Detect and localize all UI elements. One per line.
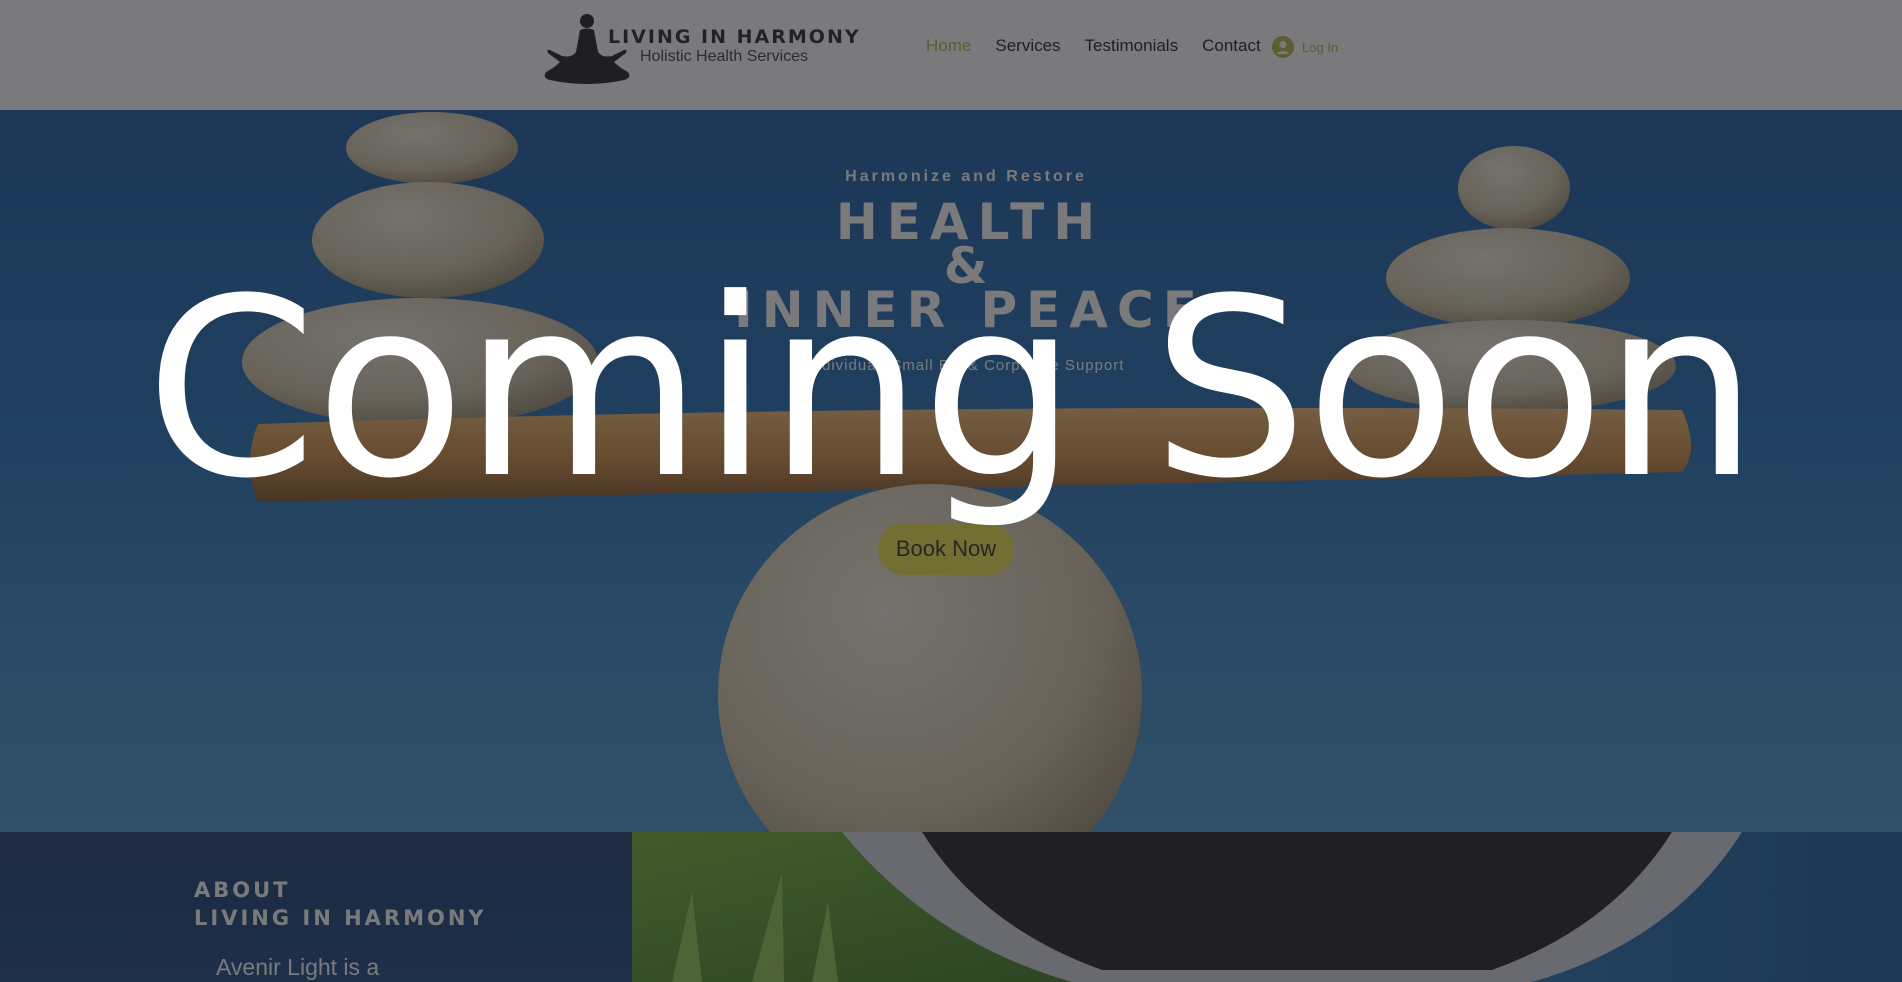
nav-services[interactable]: Services [995, 36, 1060, 56]
nav-contact[interactable]: Contact [1202, 36, 1261, 56]
main-nav: Home Services Testimonials Contact [926, 36, 1261, 56]
site-header: LIVING IN HARMONY Holistic Health Servic… [0, 0, 1902, 111]
nav-home[interactable]: Home [926, 36, 971, 56]
hero-title-line: INNER PEACE [734, 281, 1206, 339]
hero-content: Harmonize and Restore HEALTH & INNER PEA… [0, 110, 1902, 832]
nature-photo-image [632, 832, 1902, 982]
hero-section: Harmonize and Restore HEALTH & INNER PEA… [0, 110, 1902, 832]
about-heading-line: LIVING IN HARMONY [194, 906, 487, 930]
book-now-button[interactable]: Book Now [878, 523, 1014, 575]
about-image [632, 832, 1902, 982]
about-section: ABOUT LIVING IN HARMONY Avenir Light is … [0, 832, 632, 982]
brand-subtitle: Holistic Health Services [640, 48, 809, 65]
hero-title: HEALTH & INNER PEACE [0, 197, 1902, 339]
hero-subtitle: Individual, Small Biz & Corporate Suppor… [807, 357, 1125, 374]
meditation-figure-icon [544, 14, 630, 84]
nav-testimonials[interactable]: Testimonials [1085, 36, 1179, 56]
about-heading: ABOUT LIVING IN HARMONY [194, 876, 487, 932]
site-logo[interactable]: LIVING IN HARMONY Holistic Health Servic… [540, 10, 859, 90]
brand-title: LIVING IN HARMONY [608, 26, 861, 48]
about-heading-line: ABOUT [194, 878, 291, 902]
hero-eyebrow: Harmonize and Restore [845, 168, 1087, 185]
user-avatar-icon [1272, 36, 1294, 58]
login-button[interactable]: Log In [1272, 36, 1338, 58]
login-label: Log In [1302, 39, 1339, 55]
about-text: Avenir Light is a [216, 954, 380, 980]
